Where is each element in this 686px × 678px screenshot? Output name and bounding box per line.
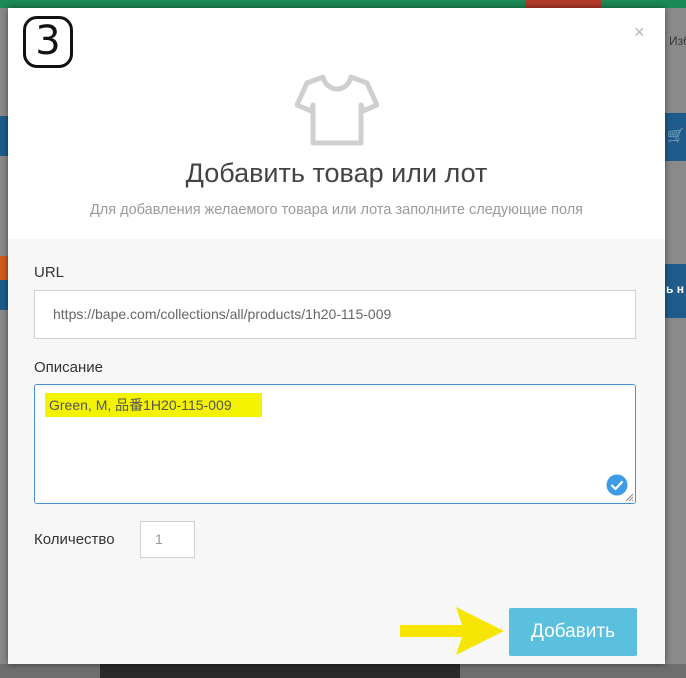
background-top-bar [0,0,686,8]
quantity-label: Количество [34,531,115,548]
background-left-edge [0,8,8,678]
cart-icon: 🛒 [667,127,685,143]
background-red-button [525,0,601,8]
background-bottom [0,664,686,678]
quantity-input[interactable]: 1 [140,521,195,558]
tshirt-icon [295,74,379,146]
description-label: Описание [34,359,104,376]
modal-body: URL https://bape.com/collections/all/pro… [8,239,665,664]
background-button-fragment: ь н [665,264,686,318]
cart-button-fragment: 🛒 [665,113,686,161]
url-input[interactable]: https://bape.com/collections/all/product… [34,290,636,339]
modal-header: 3 × Добавить товар или лот Для добавлени… [8,8,665,239]
modal-subtitle: Для добавления желаемого товара или лота… [89,202,584,218]
description-textarea[interactable]: Green, M, 品番1H20-115-009 [34,384,636,504]
background-right-edge: Изб 🛒 ь н [665,8,686,678]
description-value: Green, M, 品番1H20-115-009 [45,393,262,417]
modal-title: Добавить товар или лот [185,158,488,188]
url-label: URL [34,264,65,281]
add-item-modal: 3 × Добавить товар или лот Для добавлени… [8,8,665,664]
close-button[interactable]: × [634,22,645,43]
resize-handle-icon[interactable] [624,492,634,502]
step-number-annotation: 3 [23,16,73,68]
annotation-arrow-icon [400,607,504,655]
add-button[interactable]: Добавить [509,608,637,656]
favorites-fragment: Изб [669,34,686,48]
